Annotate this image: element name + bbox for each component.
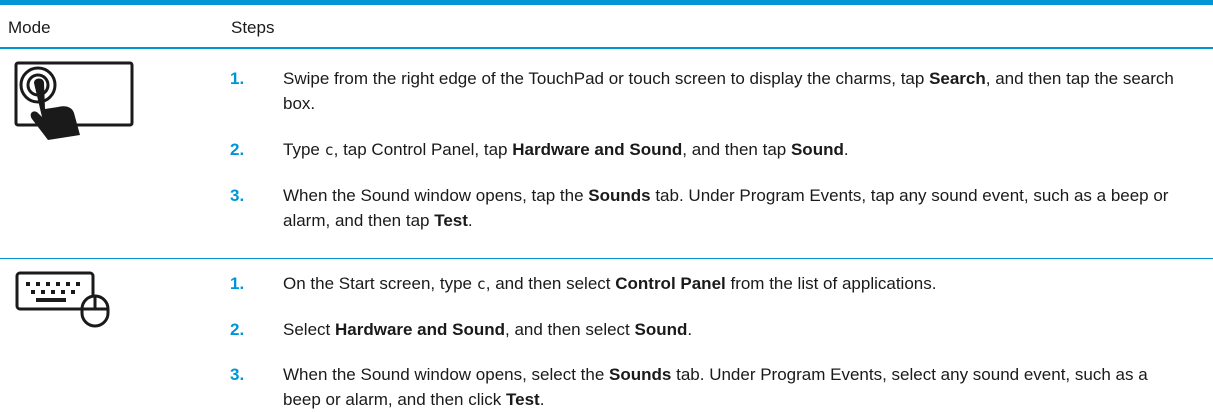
table-row: 1. On the Start screen, type c, and then… bbox=[0, 259, 1213, 410]
keyboard-mouse-icon bbox=[15, 271, 110, 328]
table-header: Mode Steps bbox=[0, 5, 1213, 49]
table-row: 1. Swipe from the right edge of the Touc… bbox=[0, 49, 1213, 259]
steps-column-header: Steps bbox=[231, 18, 275, 37]
mode-column-header: Mode bbox=[8, 18, 51, 37]
touchpad-tap-icon bbox=[14, 61, 134, 140]
